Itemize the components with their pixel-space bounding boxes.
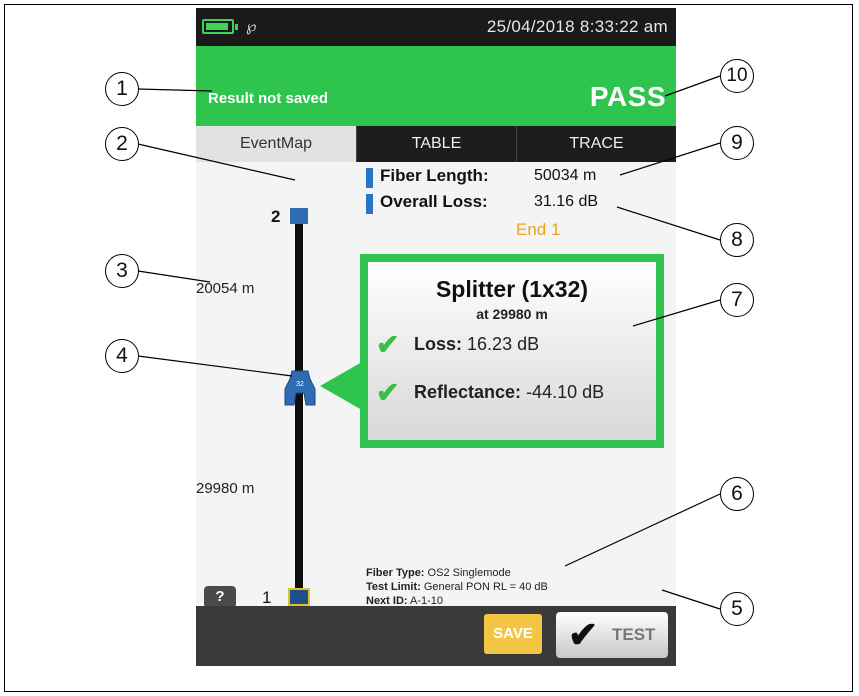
- event-reflectance: Reflectance: -44.10 dB: [414, 382, 604, 403]
- callout-2: 2: [105, 127, 139, 161]
- segment-distance-bottom: 29980 m: [196, 480, 255, 497]
- end-2-number: 2: [271, 207, 281, 226]
- callout-10: 10: [720, 59, 754, 93]
- svg-text:32: 32: [296, 381, 304, 388]
- check-icon: ✔: [376, 329, 400, 360]
- result-bar: Result not saved PASS: [196, 46, 676, 126]
- end-1-connector-icon[interactable]: [288, 588, 310, 606]
- fiber-length-value: 50034 m: [534, 167, 597, 184]
- test-button[interactable]: ✔ TEST: [556, 612, 668, 658]
- save-status: Result not saved: [208, 90, 329, 107]
- checkmark-icon: ✔: [568, 614, 599, 655]
- fiber-length-label: Fiber Length:: [380, 166, 489, 185]
- reflectance-label: Reflectance:: [414, 382, 522, 402]
- tab-table[interactable]: TABLE: [356, 126, 516, 162]
- callout-9: 9: [720, 126, 754, 160]
- bottom-bar: SAVE ✔ TEST: [196, 606, 676, 666]
- loss-label: Loss:: [414, 334, 463, 354]
- overall-loss-value: 31.16 dB: [534, 193, 599, 210]
- save-button[interactable]: SAVE: [484, 614, 542, 654]
- tab-eventmap[interactable]: EventMap: [196, 126, 356, 162]
- callout-5: 5: [720, 592, 754, 626]
- connection-icon: ℘: [246, 18, 257, 35]
- end-2-connector-icon[interactable]: [290, 208, 308, 224]
- loss-value: 16.23 dB: [467, 334, 540, 354]
- device-screen: ℘ 25/04/2018 8:33:22 am Result not saved…: [196, 8, 676, 666]
- callout-1: 1: [105, 72, 139, 106]
- status-bar: ℘ 25/04/2018 8:33:22 am: [196, 8, 676, 46]
- help-button[interactable]: ?: [204, 586, 236, 608]
- segment-distance-top: 20054 m: [196, 280, 255, 297]
- event-title: Splitter (1x32): [435, 276, 589, 302]
- info-icon[interactable]: [366, 168, 373, 188]
- datetime: 25/04/2018 8:33:22 am: [486, 17, 668, 36]
- check-icon: ✔: [376, 377, 400, 408]
- eventmap-panel: 2 32 1 20054 m 29980 m ? Fiber Length: 5…: [196, 162, 676, 608]
- pass-verdict: PASS: [589, 81, 666, 112]
- fiber-line: [295, 217, 303, 602]
- event-detail-content: Splitter (1x32) at 29980 m ✔ Loss: 16.23…: [368, 262, 656, 440]
- test-limit-line: Test Limit: General PON RL = 40 dB: [366, 581, 548, 593]
- info-icon[interactable]: [366, 194, 373, 214]
- fiber-info: Fiber Type: OS2 Singlemode Test Limit: G…: [366, 566, 548, 608]
- reflectance-value: -44.10 dB: [526, 382, 605, 402]
- event-location: at 29980 m: [476, 306, 548, 322]
- callout-8: 8: [720, 223, 754, 257]
- battery-icon: [202, 19, 238, 34]
- splitter-icon[interactable]: 32: [284, 369, 316, 407]
- event-loss: Loss: 16.23 dB: [414, 334, 539, 355]
- end-1-number: 1: [262, 588, 272, 607]
- overall-loss-row: Overall Loss: 31.16 dB: [366, 192, 666, 216]
- event-pointer: [320, 362, 362, 410]
- fiber-length-row: Fiber Length: 50034 m: [366, 166, 666, 190]
- callout-3: 3: [105, 254, 139, 288]
- end-label: End 1: [516, 220, 561, 239]
- tab-trace[interactable]: TRACE: [516, 126, 676, 162]
- event-detail-box[interactable]: Splitter (1x32) at 29980 m ✔ Loss: 16.23…: [360, 254, 664, 448]
- overall-loss-label: Overall Loss:: [380, 192, 488, 211]
- callout-6: 6: [720, 477, 754, 511]
- callout-4: 4: [105, 339, 139, 373]
- fiber-type-line: Fiber Type: OS2 Singlemode: [366, 567, 511, 579]
- test-label: TEST: [612, 625, 656, 644]
- tab-bar: EventMap TABLE TRACE: [196, 126, 676, 162]
- callout-7: 7: [720, 283, 754, 317]
